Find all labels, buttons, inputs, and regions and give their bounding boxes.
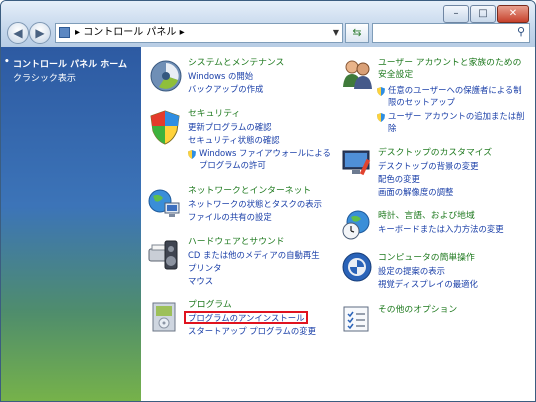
refresh-button[interactable]: ⇆ bbox=[345, 23, 369, 43]
highlight-uninstall-program bbox=[184, 311, 308, 324]
category-user-accounts-line1[interactable]: ユーザー アカウントと家族のための bbox=[378, 58, 521, 69]
category-ease-of-access[interactable]: コンピュータの簡単操作 bbox=[378, 253, 475, 264]
link-autoplay-cd[interactable]: CD または他のメディアの自動再生 bbox=[188, 250, 320, 261]
control-panel-window: – □ ✕ ◀ ▶ ▸ コントロール パネル ▸ ▼ ⇆ ⚲ • コントロール … bbox=[0, 0, 536, 402]
title-bar: – □ ✕ ◀ ▶ ▸ コントロール パネル ▸ ▼ ⇆ ⚲ bbox=[1, 1, 535, 47]
link-firewall-allow-line1[interactable]: Windows ファイアウォールによる bbox=[199, 148, 331, 159]
link-add-remove-user-line2[interactable]: 除 bbox=[388, 123, 396, 134]
close-button[interactable]: ✕ bbox=[497, 5, 529, 23]
link-printer[interactable]: プリンタ bbox=[188, 263, 222, 274]
current-bullet-icon: • bbox=[4, 57, 10, 67]
link-firewall-allow-line2[interactable]: プログラムの許可 bbox=[199, 160, 266, 171]
sidebar-item-label: コントロール パネル ホーム bbox=[13, 60, 127, 70]
link-add-remove-user-line1[interactable]: ユーザー アカウントの追加または削 bbox=[388, 111, 525, 122]
link-change-desktop-background[interactable]: デスクトップの背景の変更 bbox=[378, 161, 479, 172]
link-adjust-screen-resolution[interactable]: 画面の解像度の調整 bbox=[378, 187, 453, 198]
caption-buttons: – □ ✕ bbox=[442, 5, 529, 23]
link-file-sharing-settings[interactable]: ファイルの共有の設定 bbox=[188, 212, 272, 223]
clock-language-region-icon bbox=[342, 210, 370, 240]
category-hardware-sound[interactable]: ハードウェアとサウンド bbox=[188, 237, 285, 248]
link-change-color-scheme[interactable]: 配色の変更 bbox=[378, 174, 420, 185]
address-bar[interactable]: ▸ コントロール パネル ▸ ▼ bbox=[55, 23, 343, 43]
forward-arrow-icon: ▶ bbox=[35, 26, 45, 40]
uac-shield-icon bbox=[377, 113, 385, 122]
network-internet-icon bbox=[148, 189, 180, 217]
programs-icon bbox=[152, 302, 176, 332]
category-user-accounts-line2[interactable]: 安全設定 bbox=[378, 70, 413, 81]
appearance-personalization-icon bbox=[342, 150, 371, 176]
forward-button[interactable]: ▶ bbox=[29, 22, 51, 44]
category-system-maintenance[interactable]: システムとメンテナンス bbox=[188, 58, 284, 69]
address-dropdown-icon[interactable]: ▼ bbox=[333, 24, 339, 42]
link-create-backup[interactable]: バックアップの作成 bbox=[188, 84, 263, 95]
link-check-security-status[interactable]: セキュリティ状態の確認 bbox=[188, 135, 280, 146]
search-icon[interactable]: ⚲ bbox=[517, 25, 525, 38]
link-windows-start[interactable]: Windows の開始 bbox=[188, 71, 253, 82]
link-mouse[interactable]: マウス bbox=[188, 276, 213, 287]
category-panel: システムとメンテナンス Windows の開始 バックアップの作成 セキュリティ… bbox=[141, 47, 535, 401]
back-arrow-icon: ◀ bbox=[13, 26, 23, 40]
user-accounts-icon bbox=[343, 60, 372, 89]
additional-options-icon bbox=[343, 306, 369, 332]
link-optimize-visual-display[interactable]: 視覚ディスプレイの最適化 bbox=[378, 279, 478, 290]
back-button[interactable]: ◀ bbox=[7, 22, 29, 44]
refresh-icon: ⇆ bbox=[352, 26, 362, 39]
category-additional-options[interactable]: その他のオプション bbox=[378, 305, 457, 316]
ease-of-access-icon bbox=[342, 252, 372, 282]
security-shield-icon bbox=[150, 110, 180, 145]
link-change-startup-programs[interactable]: スタートアップ プログラムの変更 bbox=[188, 326, 316, 337]
hardware-sound-icon bbox=[148, 240, 178, 270]
category-desktop-customization[interactable]: デスクトップのカスタマイズ bbox=[378, 148, 492, 159]
sidebar-item-control-panel-home[interactable]: • コントロール パネル ホーム bbox=[4, 57, 127, 70]
breadcrumb-control-panel[interactable]: コントロール パネル bbox=[83, 27, 176, 38]
control-panel-icon bbox=[59, 27, 70, 38]
link-check-updates[interactable]: 更新プログラムの確認 bbox=[188, 122, 272, 133]
category-network-internet[interactable]: ネットワークとインターネット bbox=[188, 186, 311, 197]
maximize-button[interactable]: □ bbox=[470, 5, 496, 23]
address-path: ▸ コントロール パネル ▸ bbox=[75, 27, 185, 38]
link-parental-controls-line2[interactable]: 限のセットアップ bbox=[388, 97, 455, 108]
minimize-button[interactable]: – bbox=[443, 5, 469, 23]
category-security[interactable]: セキュリティ bbox=[188, 109, 240, 120]
sidebar-item-classic-view[interactable]: クラシック表示 bbox=[13, 71, 76, 84]
sidebar: • コントロール パネル ホーム クラシック表示 bbox=[1, 47, 141, 401]
link-parental-controls-line1[interactable]: 任意のユーザーへの保護者による制 bbox=[388, 85, 522, 96]
link-change-keyboard-input[interactable]: キーボードまたは入力方法の変更 bbox=[378, 224, 504, 235]
system-maintenance-icon bbox=[150, 60, 182, 92]
link-network-status-tasks[interactable]: ネットワークの状態とタスクの表示 bbox=[188, 199, 322, 210]
link-view-suggested-settings[interactable]: 設定の提案の表示 bbox=[378, 266, 445, 277]
category-clock-language-region[interactable]: 時計、言語、および地域 bbox=[378, 211, 475, 222]
category-programs[interactable]: プログラム bbox=[188, 300, 232, 311]
uac-shield-icon bbox=[377, 87, 385, 96]
uac-shield-icon bbox=[188, 150, 196, 159]
search-input[interactable]: ⚲ bbox=[372, 23, 530, 43]
sidebar-item-label: クラシック表示 bbox=[13, 74, 76, 84]
